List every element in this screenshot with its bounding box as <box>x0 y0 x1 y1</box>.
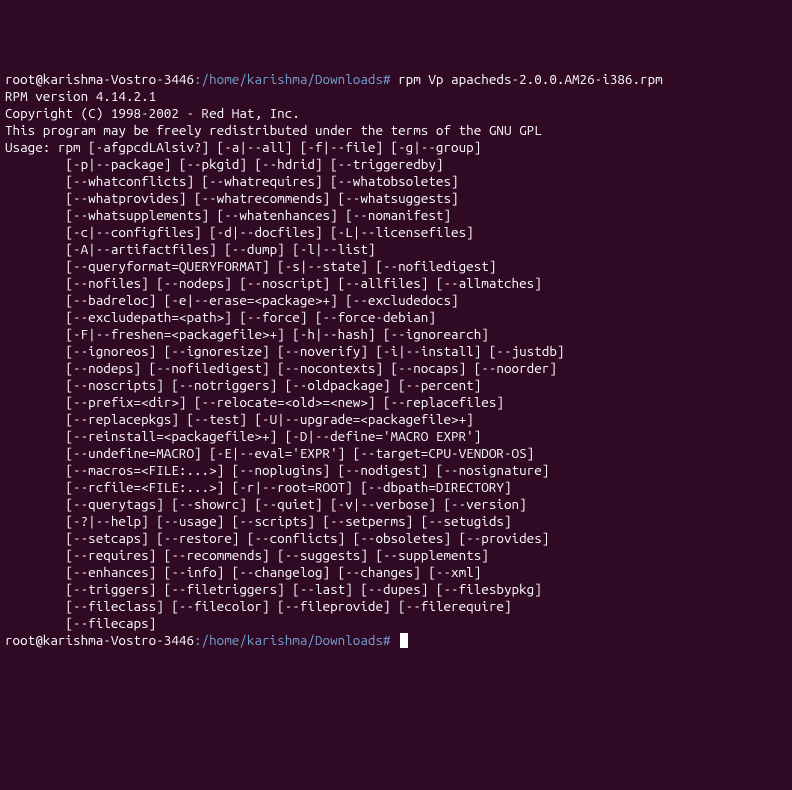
cursor <box>400 633 408 648</box>
output-line: [--fileclass] [--filecolor] [--fileprovi… <box>5 598 787 615</box>
command-line-2[interactable]: root@karishma-Vostro-3446:/home/karishma… <box>5 632 787 649</box>
output-line: [--enhances] [--info] [--changelog] [--c… <box>5 564 787 581</box>
command-line-1: root@karishma-Vostro-3446:/home/karishma… <box>5 71 787 88</box>
output-line: [--whatconflicts] [--whatrequires] [--wh… <box>5 173 787 190</box>
output-line: [-A|--artifactfiles] [--dump] [-l|--list… <box>5 241 787 258</box>
output-line: This program may be freely redistributed… <box>5 122 787 139</box>
output-line: [--queryformat=QUERYFORMAT] [-s|--state]… <box>5 258 787 275</box>
prompt-user-host: root@karishma-Vostro-3446 <box>5 71 194 87</box>
prompt-path: :/home/karishma/Downloads# <box>194 71 391 87</box>
output-line: [--reinstall=<packagefile>+] [-D|--defin… <box>5 428 787 445</box>
output-line: [--requires] [--recommends] [--suggests]… <box>5 547 787 564</box>
output-line: [--macros=<FILE:...>] [--noplugins] [--n… <box>5 462 787 479</box>
output-line: [-p|--package] [--pkgid] [--hdrid] [--tr… <box>5 156 787 173</box>
output-line: [--nodeps] [--nofiledigest] [--nocontext… <box>5 360 787 377</box>
output-line: RPM version 4.14.2.1 <box>5 88 787 105</box>
command-text: rpm Vp apacheds-2.0.0.AM26-i386.rpm <box>391 71 663 87</box>
output-line: [--excludepath=<path>] [--force] [--forc… <box>5 309 787 326</box>
output-line: [--whatsupplements] [--whatenhances] [--… <box>5 207 787 224</box>
output-line: [--whatprovides] [--whatrecommends] [--w… <box>5 190 787 207</box>
output-line: [--ignoreos] [--ignoresize] [--noverify]… <box>5 343 787 360</box>
output-line: [--setcaps] [--restore] [--conflicts] [-… <box>5 530 787 547</box>
terminal-window[interactable]: root@karishma-Vostro-3446:/home/karishma… <box>5 71 787 705</box>
output-line: [--badreloc] [-e|--erase=<package>+] [--… <box>5 292 787 309</box>
prompt-user-host: root@karishma-Vostro-3446 <box>5 632 194 648</box>
output-line: [--filecaps] <box>5 615 787 632</box>
output-line: [--noscripts] [--notriggers] [--oldpacka… <box>5 377 787 394</box>
output-line: [-F|--freshen=<packagefile>+] [-h|--hash… <box>5 326 787 343</box>
terminal-output: RPM version 4.14.2.1Copyright (C) 1998-2… <box>5 88 787 632</box>
output-line: [--replacepkgs] [--test] [-U|--upgrade=<… <box>5 411 787 428</box>
output-line: [--prefix=<dir>] [--relocate=<old>=<new>… <box>5 394 787 411</box>
output-line: [--triggers] [--filetriggers] [--last] [… <box>5 581 787 598</box>
output-line: [--querytags] [--showrc] [--quiet] [-v|-… <box>5 496 787 513</box>
output-line: [-?|--help] [--usage] [--scripts] [--set… <box>5 513 787 530</box>
output-line: [--nofiles] [--nodeps] [--noscript] [--a… <box>5 275 787 292</box>
output-line: [-c|--configfiles] [-d|--docfiles] [-L|-… <box>5 224 787 241</box>
output-line: [--undefine=MACRO] [-E|--eval='EXPR'] [-… <box>5 445 787 462</box>
prompt-path: :/home/karishma/Downloads# <box>194 632 391 648</box>
output-line: Usage: rpm [-afgpcdLAlsiv?] [-a|--all] [… <box>5 139 787 156</box>
output-line: [--rcfile=<FILE:...>] [-r|--root=ROOT] [… <box>5 479 787 496</box>
output-line: Copyright (C) 1998-2002 - Red Hat, Inc. <box>5 105 787 122</box>
